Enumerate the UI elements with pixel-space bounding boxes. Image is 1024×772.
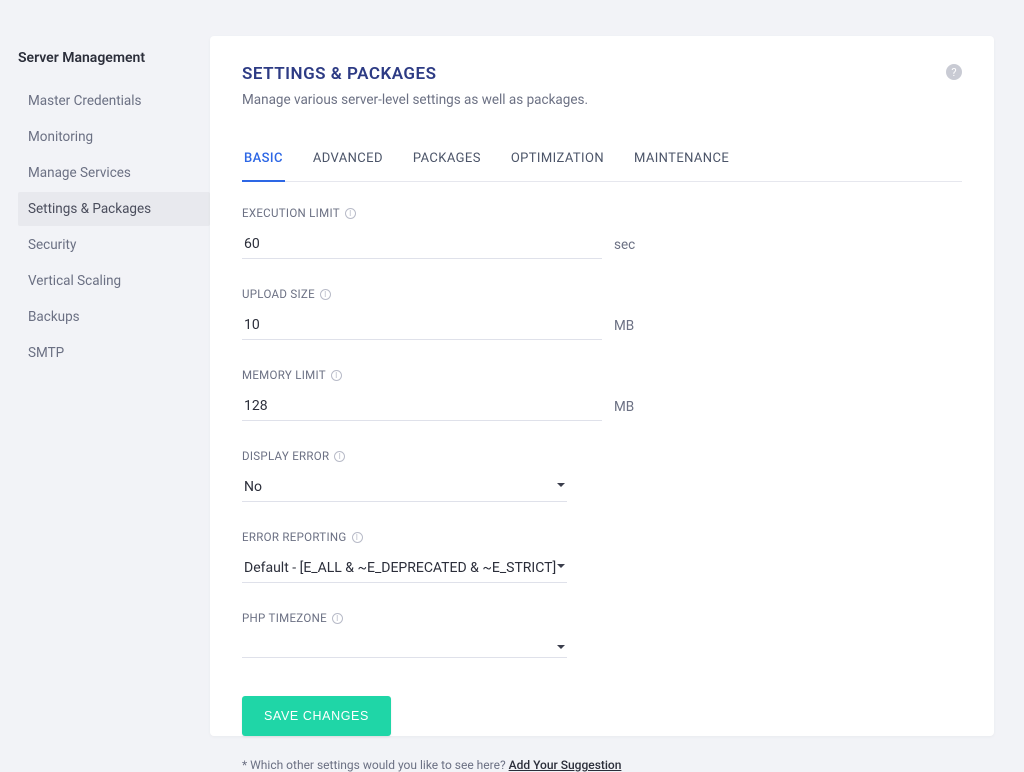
php-timezone-select[interactable] (242, 635, 567, 658)
settings-card: SETTINGS & PACKAGES Manage various serve… (210, 36, 994, 736)
execution-limit-unit: sec (614, 237, 642, 253)
info-icon[interactable]: i (331, 370, 342, 381)
chevron-down-icon (557, 564, 565, 568)
error-reporting-select[interactable]: Default - [E_ALL & ~E_DEPRECATED & ~E_ST… (242, 554, 567, 583)
upload-size-input[interactable] (242, 311, 602, 340)
memory-limit-input[interactable] (242, 392, 602, 421)
tab-packages[interactable]: PACKAGES (411, 139, 483, 182)
sidebar-item-security[interactable]: Security (18, 228, 210, 262)
sidebar-item-settings-packages[interactable]: Settings & Packages (18, 192, 210, 226)
upload-size-label: UPLOAD SIZE i (242, 287, 642, 301)
memory-limit-unit: MB (614, 399, 642, 415)
execution-limit-input[interactable] (242, 230, 602, 259)
tabs: BASIC ADVANCED PACKAGES OPTIMIZATION MAI… (242, 138, 962, 182)
sidebar-item-smtp[interactable]: SMTP (18, 336, 210, 370)
display-error-select[interactable]: No (242, 473, 567, 502)
chevron-down-icon (557, 645, 565, 649)
info-icon[interactable]: i (345, 208, 356, 219)
sidebar-title: Server Management (18, 50, 210, 66)
php-timezone-label: PHP TIMEZONE i (242, 611, 642, 625)
help-icon[interactable]: ? (946, 64, 962, 80)
footnote: * Which other settings would you like to… (242, 758, 642, 772)
add-suggestion-link[interactable]: Add Your Suggestion (509, 758, 622, 772)
save-changes-button[interactable]: SAVE CHANGES (242, 696, 391, 736)
execution-limit-label: EXECUTION LIMIT i (242, 206, 642, 220)
memory-limit-label: MEMORY LIMIT i (242, 368, 642, 382)
sidebar-item-vertical-scaling[interactable]: Vertical Scaling (18, 264, 210, 298)
main: SETTINGS & PACKAGES Manage various serve… (210, 0, 1024, 756)
tab-maintenance[interactable]: MAINTENANCE (632, 139, 731, 182)
display-error-label: DISPLAY ERROR i (242, 449, 642, 463)
upload-size-unit: MB (614, 318, 642, 334)
sidebar-list: Master Credentials Monitoring Manage Ser… (18, 84, 210, 370)
tab-optimization[interactable]: OPTIMIZATION (509, 139, 606, 182)
info-icon[interactable]: i (332, 613, 343, 624)
sidebar-item-manage-services[interactable]: Manage Services (18, 156, 210, 190)
info-icon[interactable]: i (334, 451, 345, 462)
tab-basic[interactable]: BASIC (242, 139, 285, 182)
error-reporting-label: ERROR REPORTING i (242, 530, 642, 544)
sidebar-item-master-credentials[interactable]: Master Credentials (18, 84, 210, 118)
page-title: SETTINGS & PACKAGES (242, 64, 588, 84)
settings-form: EXECUTION LIMIT i sec UPLOAD SIZE i (242, 206, 642, 772)
chevron-down-icon (557, 483, 565, 487)
tab-advanced[interactable]: ADVANCED (311, 139, 385, 182)
info-icon[interactable]: i (320, 289, 331, 300)
info-icon[interactable]: i (352, 532, 363, 543)
sidebar-item-backups[interactable]: Backups (18, 300, 210, 334)
page-subtitle: Manage various server-level settings as … (242, 92, 588, 108)
sidebar: Server Management Master Credentials Mon… (0, 0, 210, 756)
sidebar-item-monitoring[interactable]: Monitoring (18, 120, 210, 154)
